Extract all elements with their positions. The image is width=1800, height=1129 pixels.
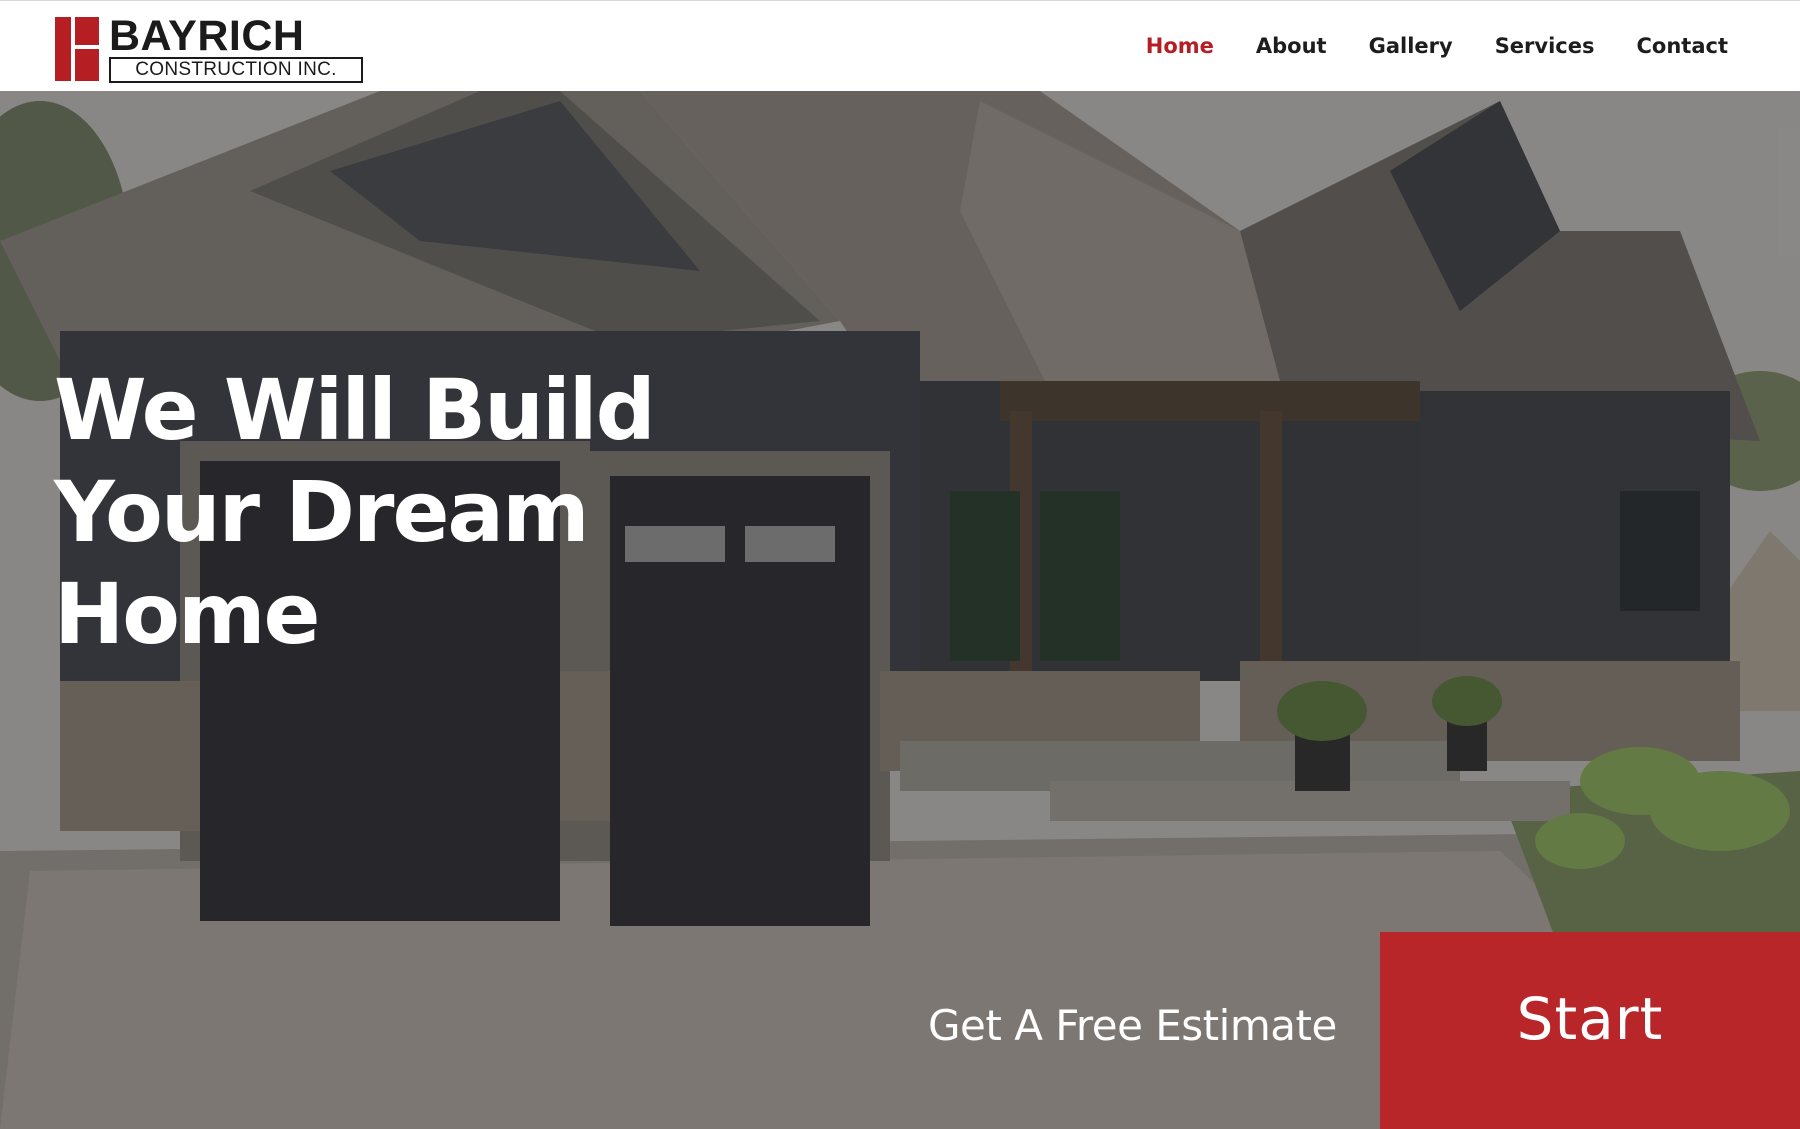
headline-line-1: We Will Build (54, 361, 656, 459)
start-button-label: Start (1516, 985, 1664, 1053)
logo-mark-icon (55, 17, 99, 81)
nav-item-home[interactable]: Home (1146, 31, 1214, 61)
free-estimate-text: Get A Free Estimate (928, 1001, 1337, 1050)
hero-headline: We Will Build Your Dream Home (54, 359, 754, 665)
nav-item-contact[interactable]: Contact (1637, 31, 1729, 61)
nav-item-gallery[interactable]: Gallery (1369, 31, 1453, 61)
start-button[interactable]: Start (1380, 932, 1800, 1129)
brand-subtitle: CONSTRUCTION INC. (109, 57, 363, 83)
nav-item-about[interactable]: About (1256, 31, 1327, 61)
nav-item-services[interactable]: Services (1495, 31, 1595, 61)
headline-line-3: Home (54, 565, 321, 663)
brand-name: BAYRICH (109, 12, 305, 60)
hero-section: We Will Build Your Dream Home Get A Free… (0, 91, 1800, 1129)
brand-logo[interactable]: BAYRICH CONSTRUCTION INC. (55, 13, 363, 83)
site-header: BAYRICH CONSTRUCTION INC. Home About Gal… (0, 0, 1800, 91)
main-nav: Home About Gallery Services Contact (1146, 31, 1729, 61)
headline-line-2: Your Dream (54, 463, 590, 561)
